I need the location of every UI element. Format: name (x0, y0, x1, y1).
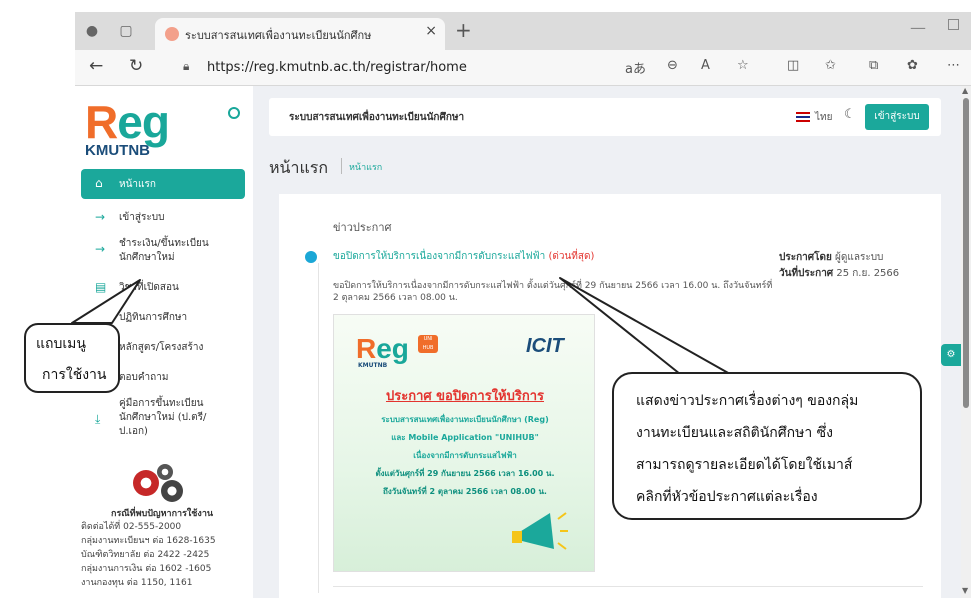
poster-line: ระบบสารสนเทศเพื่องานทะเบียนนักศึกษา (Reg… (381, 415, 549, 424)
timeline-dot-icon (305, 251, 317, 263)
help-line: กลุ่มงานการเงิน ต่อ 1602 -1605 (81, 564, 212, 574)
refresh-icon[interactable]: ↻ (129, 56, 143, 76)
logo-letter-r: R (85, 96, 118, 148)
help-line: ติดต่อได้ที่ 02-555-2000 (81, 522, 182, 532)
home-icon: ⌂ (95, 176, 103, 190)
sidebar-item-label: หน้าแรก (119, 179, 156, 190)
news-title-text[interactable]: ขอปิดการให้บริการเนื่องจากมีการดับกระแสไ… (333, 251, 545, 262)
thai-flag-icon[interactable] (796, 112, 810, 122)
callout-text: การใช้งาน (42, 367, 107, 383)
browser-tab[interactable]: ระบบสารสนเทศเพื่องานทะเบียนนักศึกษ × (155, 18, 445, 50)
book-icon: ▤ (95, 280, 107, 294)
poster-icit-logo: ICIT (526, 335, 564, 357)
news-section-label: ข่าวประกาศ (333, 221, 392, 234)
news-item-title[interactable]: ขอปิดการให้บริการเนื่องจากมีการดับกระแสไ… (333, 249, 594, 264)
new-tab-button[interactable]: + (455, 18, 472, 42)
system-name: ระบบสารสนเทศเพื่องานทะเบียนนักศึกษา (289, 112, 465, 123)
menu-callout: แถบเมนู การใช้งาน (24, 323, 120, 393)
sidebar-item-label: ชำระเงิน/ขึ้นทะเบียน นักศึกษาใหม่ (119, 238, 209, 263)
text-size-icon[interactable]: A (701, 58, 710, 73)
callout-text: งานทะเบียนและสถิตินักศึกษา ซึ่ง (636, 425, 833, 441)
minimize-button[interactable]: — (910, 18, 926, 37)
extensions-icon[interactable]: ✿ (907, 58, 918, 73)
scroll-down-icon[interactable]: ▼ (962, 586, 968, 595)
news-item-body: ขอปิดการให้บริการเนื่องจากมีการดับกระแสไ… (333, 281, 773, 303)
callout-text: สามารถดูรายละเอียดได้โดยใช้เมาส์ (636, 457, 853, 473)
page-viewport: Reg KMUTNB ⌂ หน้าแรก → เข้าสู่ระบบ → ชำร… (75, 86, 961, 598)
megaphone-icon (512, 512, 568, 550)
settings-tab-icon[interactable]: ⚙ (941, 344, 961, 366)
post-date-value: 25 ก.ย. 2566 (836, 268, 900, 279)
poster-kmutnb-logo: KMUTNB (358, 362, 388, 369)
poster-reg-logo: Reg (356, 333, 409, 364)
poster-line: ถึงวันจันทร์ที่ 2 ตุลาคม 2566 เวลา 08.00… (383, 487, 547, 496)
scroll-up-icon[interactable]: ▲ (962, 86, 968, 95)
back-icon[interactable]: ← (89, 56, 103, 76)
logo-letters-eg: eg (117, 96, 170, 148)
login-button[interactable]: เข้าสู่ระบบ (865, 104, 929, 130)
address-bar: ← ↻ 🔒︎ https://reg.kmutnb.ac.th/registra… (75, 50, 971, 86)
sidebar-item-home[interactable]: ⌂ หน้าแรก (81, 169, 245, 199)
url-text: https://reg.kmutnb.ac.th/registrar/home (207, 60, 467, 75)
dark-mode-icon[interactable]: ☾ (844, 107, 856, 122)
lock-icon[interactable]: 🔒︎ (183, 59, 189, 74)
poster-title: ประกาศ ขอปิดการให้บริการ (385, 389, 544, 404)
favorites-list-icon[interactable]: ✩ (825, 58, 836, 73)
page-title: หน้าแรก (269, 158, 329, 177)
collections-icon[interactable]: ⧉ (869, 58, 878, 73)
sidebar-item-label: เข้าสู่ระบบ (119, 212, 165, 223)
scrollbar[interactable]: ▲ ▼ (961, 86, 971, 598)
sidebar-item-label: วิชาที่เปิดสอน (119, 282, 179, 293)
download-icon: ⤓ (95, 412, 101, 426)
login-icon: → (95, 242, 106, 256)
language-selector[interactable]: ไทย (815, 110, 832, 125)
callout-text: คลิกที่หัวข้อประกาศแต่ละเรื่อง (636, 489, 818, 505)
callout-text: แสดงข่าวประกาศเรื่องต่างๆ ของกลุ่ม (636, 393, 859, 409)
help-line: งานกองทุน ต่อ 1150, 1161 (81, 578, 193, 588)
gears-icon (121, 464, 191, 504)
posted-by-value: ผู้ดูแลระบบ (835, 252, 884, 263)
tab-title: ระบบสารสนเทศเพื่องานทะเบียนนักศึกษ (185, 29, 372, 42)
scrollbar-thumb[interactable] (963, 98, 969, 408)
read-aloud-icon[interactable]: aあ (625, 58, 646, 77)
help-line: กลุ่มงานทะเบียนฯ ต่อ 1628-1635 (81, 536, 216, 546)
news-poster-image: Reg KMUTNB UNI HUB ICIT ประกาศ ขอปิดการใ… (333, 314, 595, 572)
poster-line: เนื่องจากมีการดับกระแสไฟฟ้า (413, 451, 517, 460)
posted-by: ประกาศโดย ผู้ดูแลระบบ (779, 250, 883, 265)
help-line: บัณฑิตวิทยาลัย ต่อ 2422 -2425 (81, 550, 210, 560)
split-screen-icon[interactable]: ◫ (787, 58, 799, 73)
tab-actions-icon[interactable]: ▢ (117, 22, 135, 40)
tab-close-button[interactable]: × (425, 23, 437, 39)
sidebar-toggle-icon[interactable] (228, 107, 240, 119)
callout-text: แถบเมนู (36, 336, 86, 352)
poster-line: และ Mobile Application "UNIHUB" (391, 433, 539, 442)
more-menu-icon[interactable]: ⋯ (947, 58, 960, 73)
favicon-icon (165, 27, 179, 41)
poster-line: ตั้งแต่วันศุกร์ที่ 29 กันยายน 2566 เวลา … (375, 469, 555, 478)
reg-kmutnb-logo[interactable]: Reg KMUTNB (85, 99, 215, 160)
timeline-line (318, 263, 319, 593)
news-divider (333, 586, 923, 587)
sidebar-item-label: คู่มือการขึ้นทะเบียน นักศึกษาใหม่ (ป.ตรี… (119, 398, 207, 437)
browser-tab-strip: ● ▢ ระบบสารสนเทศเพื่องานทะเบียนนักศึกษ ×… (75, 12, 971, 50)
breadcrumb-divider (341, 158, 342, 174)
top-bar: ระบบสารสนเทศเพื่องานทะเบียนนักศึกษา ไทย … (269, 98, 941, 136)
sidebar-item-label: หลักสูตร/โครงสร้าง (119, 342, 204, 353)
maximize-button[interactable] (948, 19, 959, 30)
posted-by-label: ประกาศโดย (779, 252, 832, 263)
breadcrumb[interactable]: หน้าแรก (349, 160, 382, 174)
post-date-label: วันที่ประกาศ (779, 268, 834, 279)
sidebar-item-label: ตอบคำถาม (119, 372, 169, 383)
post-date: วันที่ประกาศ 25 ก.ย. 2566 (779, 266, 899, 281)
urgent-badge: (ด่วนที่สุด) (548, 251, 595, 262)
sidebar-item-label: ปฏิทินการศึกษา (119, 312, 188, 323)
news-callout: แสดงข่าวประกาศเรื่องต่างๆ ของกลุ่ม งานทะ… (612, 372, 922, 520)
help-title: กรณีที่พบปัญหาการใช้งาน (111, 509, 214, 519)
poster-unihub-logo: UNI HUB (418, 335, 438, 353)
calendar-icon: ▦ (95, 310, 107, 324)
profile-icon[interactable]: ● (83, 22, 101, 40)
favorite-star-icon[interactable]: ☆ (737, 58, 749, 73)
login-icon: → (95, 210, 106, 224)
zoom-icon[interactable]: ⊖ (667, 58, 678, 73)
